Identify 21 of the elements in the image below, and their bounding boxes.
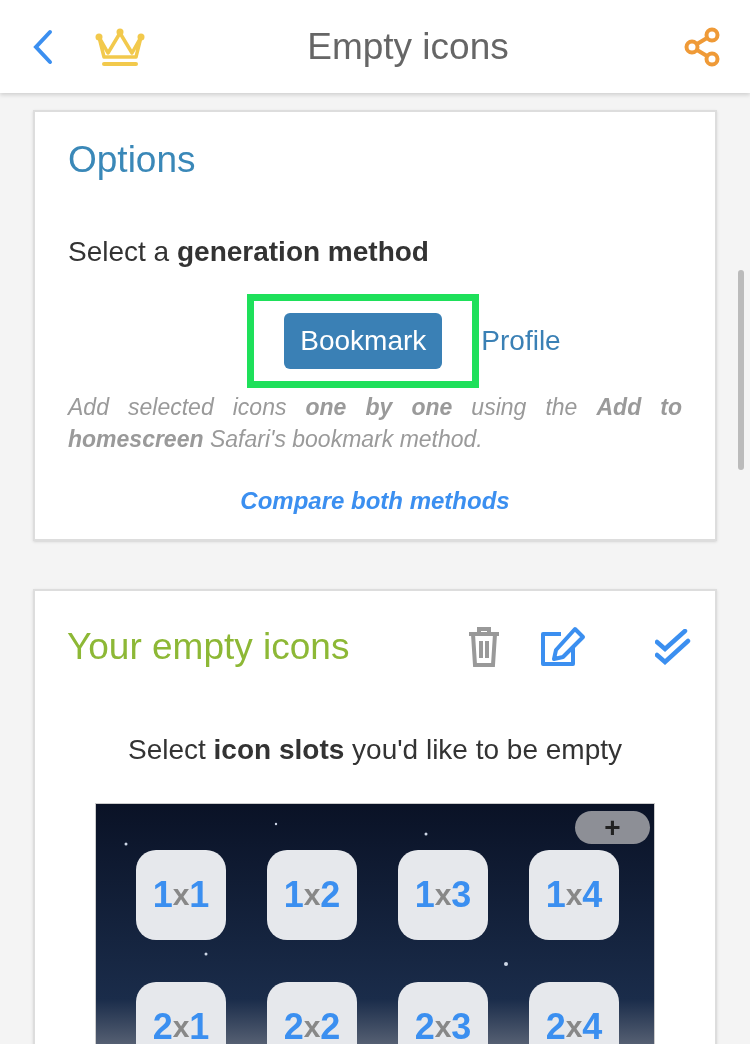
icon-slot[interactable]: 1x3	[398, 849, 488, 940]
prompt-text: Select icon slots you'd like to be empty	[128, 733, 622, 765]
icon-slot[interactable]: 1x2	[267, 849, 357, 940]
icon-slot[interactable]: 1x4	[529, 849, 619, 940]
card-title: Options	[68, 138, 196, 182]
edit-icon[interactable]	[539, 625, 587, 668]
method-description: Add selected icons one by one using the Add to homescreen Safari's bookmark method.	[68, 392, 682, 454]
card-title: Your empty icons	[67, 625, 351, 669]
prompt-text: Select a generation method	[68, 235, 429, 267]
icon-slot[interactable]: 2x3	[398, 981, 488, 1044]
method-tab[interactable]: Profile	[479, 312, 563, 369]
icon-slot[interactable]: 2x4	[529, 981, 619, 1044]
icon-slot[interactable]: 2x1	[136, 981, 226, 1044]
icon-slot[interactable]: 2x2	[267, 981, 357, 1044]
icon-slot[interactable]: 1x1	[136, 849, 226, 940]
page-title: Empty icons	[306, 24, 510, 69]
compare-link[interactable]: Compare both methods	[240, 486, 510, 514]
trash-icon[interactable]	[467, 625, 501, 668]
share-icon[interactable]	[684, 26, 722, 67]
method-tab[interactable]: Bookmark	[284, 312, 443, 369]
double-check-icon[interactable]	[655, 628, 691, 665]
